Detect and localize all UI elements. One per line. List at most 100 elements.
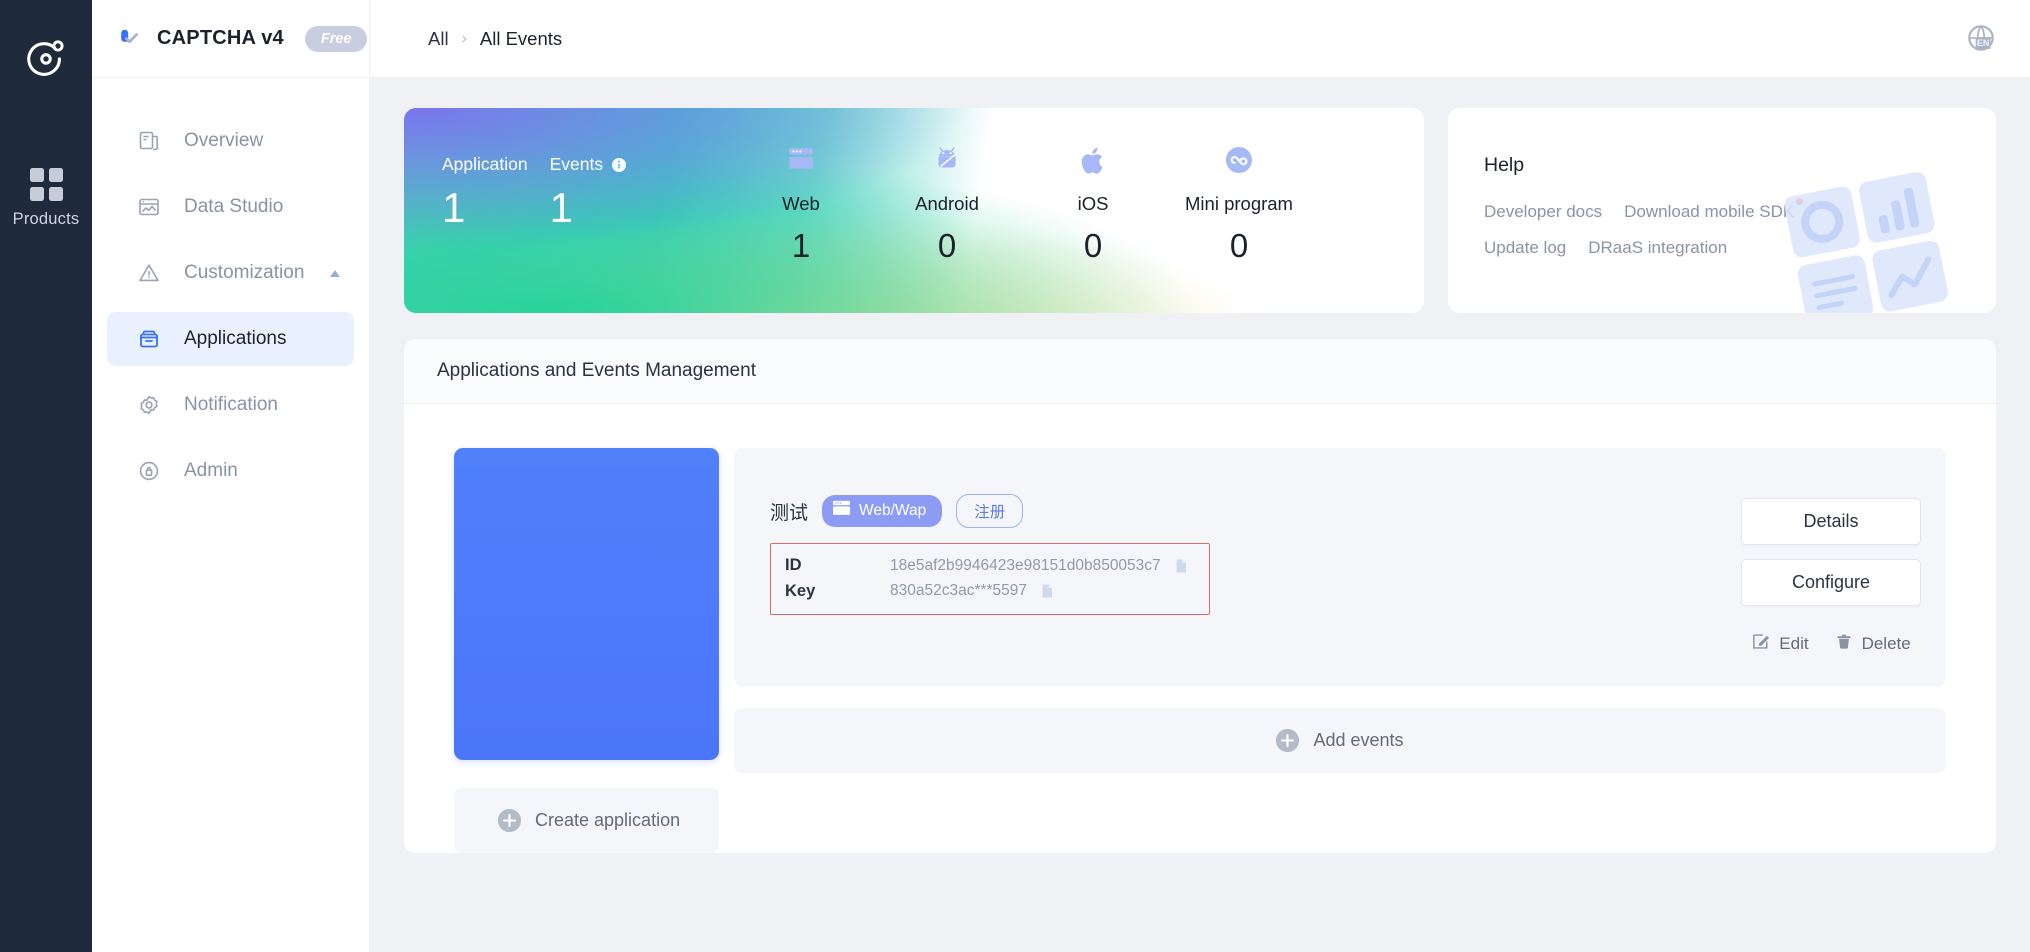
sidebar-item-customization[interactable]: Customization [107, 246, 354, 300]
box-icon [136, 326, 162, 352]
sidebar-item-notification[interactable]: Notification [107, 378, 354, 432]
sidebar-item-label: Data Studio [184, 196, 283, 218]
platform-web: Web 1 [728, 143, 874, 262]
sidebar-item-data-studio[interactable]: Data Studio [107, 180, 354, 234]
rail-item-products[interactable]: Products [13, 168, 80, 229]
summary-row: Application 1 Events 1 [404, 108, 1996, 313]
delete-button[interactable]: Delete [1835, 632, 1911, 656]
application-column: Create application [454, 448, 719, 853]
platform-name: Android [874, 193, 1020, 215]
edit-button[interactable]: Edit [1751, 632, 1808, 656]
android-icon [874, 143, 1020, 177]
add-events-button[interactable]: Add events [734, 708, 1946, 773]
sidebar-item-label: Overview [184, 130, 263, 152]
trash-icon [1835, 633, 1853, 656]
apple-icon [1020, 143, 1166, 177]
sidebar-nav: Overview Data Studio [92, 78, 369, 498]
grid-icon [30, 168, 63, 201]
topbar: All › All Events EN [370, 0, 2030, 78]
sidebar-item-label: Customization [184, 262, 304, 284]
help-card: Help Developer docs Download mobile SDK … [1448, 108, 1996, 313]
credential-id-label: ID [785, 553, 890, 579]
breadcrumb-current: All Events [480, 28, 562, 50]
application-tile[interactable] [454, 448, 719, 760]
sidebar-item-admin[interactable]: Admin [107, 444, 354, 498]
credential-key-label: Key [785, 579, 890, 605]
sidebar-item-label: Admin [184, 460, 238, 482]
platform-mini-program: Mini program 0 [1166, 143, 1312, 262]
edit-label: Edit [1779, 634, 1808, 654]
help-link-label: Download mobile SDK [1624, 202, 1794, 221]
product-title: CAPTCHA v4 [157, 27, 284, 50]
breadcrumb-root[interactable]: All [428, 28, 449, 50]
create-application-button[interactable]: Create application [454, 788, 719, 853]
plus-circle-icon [498, 809, 521, 832]
credential-id-row: ID 18e5af2b9946423e98151d0b850053c7 [785, 553, 1195, 579]
help-link-download-sdk[interactable]: Download mobile SDK [1624, 202, 1794, 222]
event-info: 测试 [770, 494, 1716, 686]
sidebar-header: CAPTCHA v4 Free [92, 0, 369, 78]
delete-label: Delete [1862, 634, 1911, 654]
chart-image-icon [136, 194, 162, 220]
platform-name: Web [728, 193, 874, 215]
platform-android: Android 0 [874, 143, 1020, 262]
stats-summary: Application 1 Events 1 [404, 108, 704, 313]
add-events-label: Add events [1313, 730, 1403, 751]
credential-key-row: Key 830a52c3ac***5597 [785, 579, 1195, 605]
breadcrumb: All › All Events [428, 28, 562, 50]
brand-logo-icon[interactable] [23, 34, 69, 80]
app-root: Products CAPTCHA v4 Free [0, 0, 2030, 952]
panel-body: Create application 测试 [404, 404, 1996, 853]
help-link-draas-integration[interactable]: DRaaS integration [1588, 238, 1727, 258]
language-switcher[interactable]: EN [1962, 20, 2000, 58]
panel-title: Applications and Events Management [404, 339, 1996, 404]
plan-badge: Free [305, 26, 368, 52]
event-card: 测试 [734, 448, 1946, 686]
content: Application 1 Events 1 [370, 78, 2030, 952]
event-actions: Details Configure [1716, 494, 1946, 686]
sidebar: CAPTCHA v4 Free Overview [92, 0, 370, 952]
gear-icon [136, 392, 162, 418]
create-application-label: Create application [535, 810, 680, 831]
platform-value: 0 [874, 229, 1020, 262]
stat-application-label: Application [442, 154, 528, 175]
caret-up-icon[interactable] [330, 270, 340, 277]
stat-events-label: Events [550, 154, 604, 175]
management-panel: Applications and Events Management Creat… [404, 339, 1996, 853]
browser-window-icon [728, 143, 874, 177]
platform-stats: Web 1 [704, 108, 1424, 313]
sidebar-item-applications[interactable]: Applications [107, 312, 354, 366]
dashboard-illustration [1772, 171, 1996, 313]
copy-icon[interactable] [1039, 583, 1055, 599]
platform-value: 0 [1166, 229, 1312, 262]
event-name: 测试 [770, 498, 808, 525]
platform-ios: iOS 0 [1020, 143, 1166, 262]
event-platform-tag: Web/Wap [822, 495, 942, 527]
help-link-developer-docs[interactable]: Developer docs [1484, 202, 1602, 222]
sidebar-item-label: Applications [184, 328, 286, 350]
event-platform-label: Web/Wap [859, 502, 926, 520]
events-column: 测试 [734, 448, 1946, 853]
lock-circle-icon [136, 458, 162, 484]
copy-icon[interactable] [1173, 558, 1189, 574]
plus-circle-icon [1276, 729, 1299, 752]
event-scene-tag: 注册 [956, 494, 1023, 528]
credential-key-value: 830a52c3ac***5597 [890, 579, 1027, 603]
info-icon[interactable] [611, 157, 627, 173]
credential-id-value: 18e5af2b9946423e98151d0b850053c7 [890, 554, 1161, 578]
stat-application-value: 1 [442, 187, 528, 229]
product-rail: Products [0, 0, 92, 952]
event-header: 测试 [770, 494, 1716, 528]
sidebar-item-overview[interactable]: Overview [107, 114, 354, 168]
configure-button[interactable]: Configure [1741, 559, 1921, 606]
globe-icon: EN [1964, 22, 1998, 56]
details-button[interactable]: Details [1741, 498, 1921, 545]
sidebar-item-label: Notification [184, 394, 278, 416]
event-secondary-actions: Edit [1751, 632, 1910, 656]
platform-name: iOS [1020, 193, 1166, 215]
credentials-box: ID 18e5af2b9946423e98151d0b850053c7 [770, 543, 1210, 615]
browser-window-icon [832, 500, 851, 522]
stat-application: Application 1 [442, 154, 528, 229]
platform-name: Mini program [1166, 193, 1312, 215]
help-link-update-log[interactable]: Update log [1484, 238, 1566, 258]
